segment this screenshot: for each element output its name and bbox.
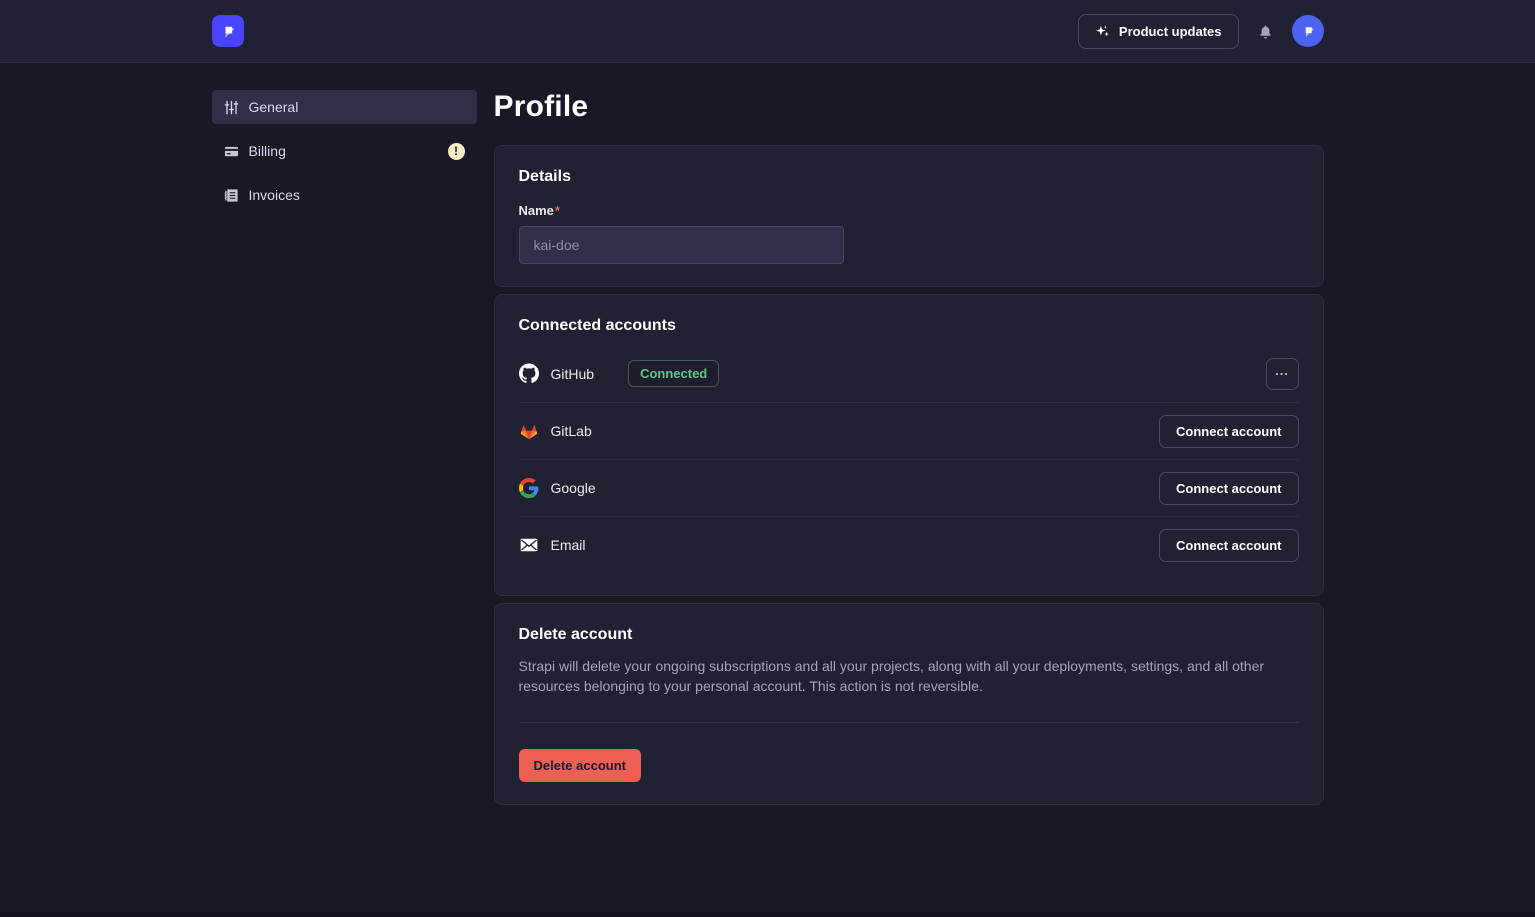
strapi-logo[interactable]: [212, 15, 244, 47]
sidebar-item-label: General: [249, 99, 299, 115]
account-row-email: Email Connect account: [519, 516, 1299, 573]
delete-account-description: Strapi will delete your ongoing subscrip…: [519, 656, 1299, 696]
delete-account-button[interactable]: Delete account: [519, 749, 641, 782]
github-icon: [519, 364, 539, 384]
provider-name: Email: [551, 537, 586, 553]
provider-name: GitLab: [551, 423, 592, 439]
delete-account-heading: Delete account: [519, 626, 1299, 644]
sidebar-item-billing[interactable]: Billing !: [212, 134, 477, 168]
strapi-logo-icon: [218, 21, 238, 41]
gitlab-icon: [519, 421, 539, 441]
account-row-gitlab: GitLab Connect account: [519, 402, 1299, 459]
name-label: Name*: [519, 203, 560, 218]
provider-name: Google: [551, 480, 596, 496]
required-asterisk: *: [555, 203, 560, 218]
notifications-bell-button[interactable]: [1255, 21, 1276, 42]
connected-accounts-heading: Connected accounts: [519, 317, 1299, 335]
connected-status-badge: Connected: [628, 360, 719, 387]
account-row-github: GitHub Connected ...: [519, 345, 1299, 402]
settings-sidebar: General Billing ! Invoices: [212, 90, 477, 805]
sidebar-item-general[interactable]: General: [212, 90, 477, 124]
sparkle-icon: [1095, 24, 1110, 39]
name-field: Name*: [519, 202, 1299, 264]
billing-warning-badge: !: [448, 143, 465, 160]
credit-card-icon: [224, 144, 239, 159]
details-heading: Details: [519, 168, 1299, 186]
name-label-text: Name: [519, 203, 554, 218]
user-avatar[interactable]: [1292, 15, 1324, 47]
product-updates-label: Product updates: [1119, 24, 1222, 39]
delete-account-card: Delete account Strapi will delete your o…: [494, 603, 1324, 805]
github-options-button[interactable]: ...: [1266, 358, 1299, 390]
topbar: Product updates: [0, 0, 1535, 63]
sidebar-item-label: Invoices: [249, 187, 300, 203]
accounts-list: GitHub Connected ... GitLab: [519, 345, 1299, 573]
main-panel: Profile Details Name* Connected accounts: [494, 90, 1324, 805]
name-input[interactable]: [519, 226, 844, 264]
gitlab-connect-button[interactable]: Connect account: [1159, 415, 1298, 448]
bottom-edge: [0, 912, 1535, 917]
bell-icon: [1257, 23, 1274, 40]
provider-name: GitHub: [551, 366, 595, 382]
sliders-icon: [224, 100, 239, 115]
email-connect-button[interactable]: Connect account: [1159, 529, 1298, 562]
account-row-google: Google Connect account: [519, 459, 1299, 516]
invoice-icon: [224, 188, 239, 203]
connected-accounts-card: Connected accounts GitHub Connected ...: [494, 294, 1324, 596]
avatar-strapi-mark-icon: [1299, 22, 1317, 40]
google-connect-button[interactable]: Connect account: [1159, 472, 1298, 505]
product-updates-button[interactable]: Product updates: [1078, 14, 1239, 49]
sidebar-item-label: Billing: [249, 143, 286, 159]
divider: [519, 722, 1299, 723]
google-icon: [519, 478, 539, 498]
sidebar-item-invoices[interactable]: Invoices: [212, 178, 477, 212]
details-card: Details Name*: [494, 145, 1324, 287]
page-title: Profile: [494, 90, 1324, 124]
email-icon: [519, 535, 539, 555]
content-area: General Billing ! Invoices Profile De: [212, 63, 1324, 805]
